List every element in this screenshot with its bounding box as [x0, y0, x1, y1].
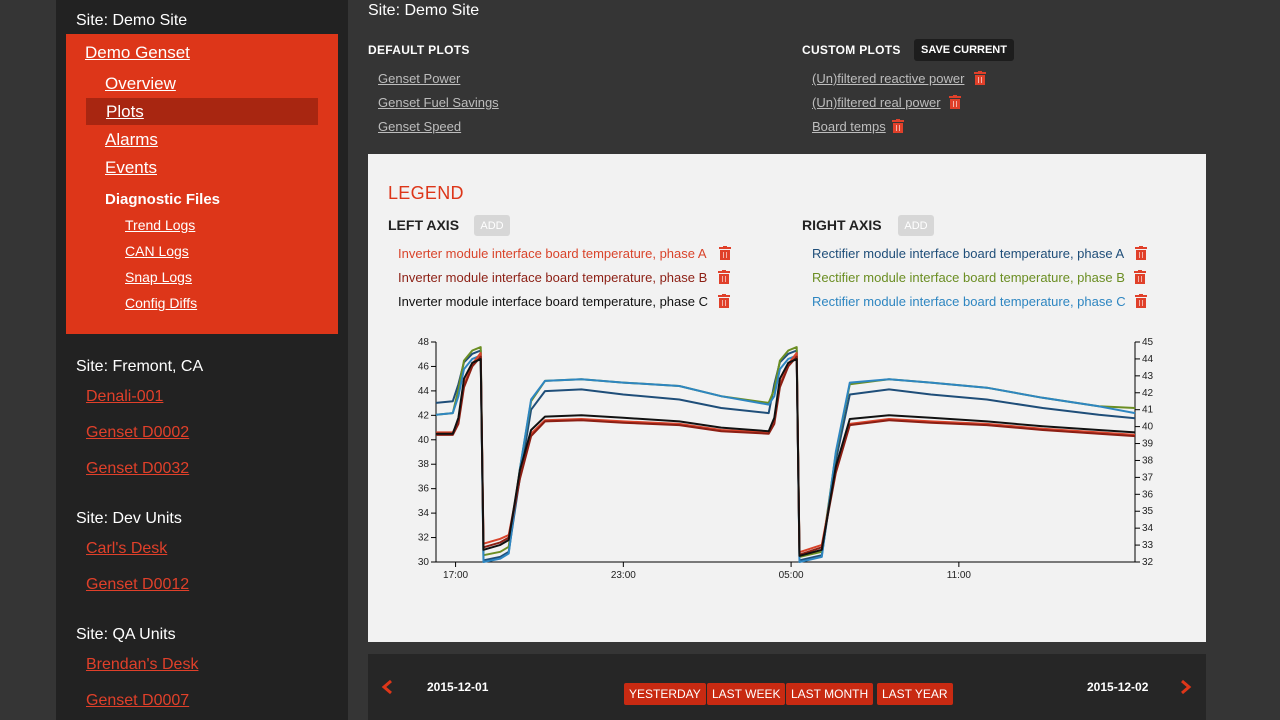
left-y-tick-label: 36	[418, 484, 430, 495]
nav-overview[interactable]: Overview	[105, 74, 176, 94]
right-y-tick-label: 38	[1142, 455, 1154, 466]
right-y-tick-label: 34	[1142, 523, 1154, 534]
default-plot-genset-fuel-savings[interactable]: Genset Fuel Savings	[378, 95, 499, 110]
site-title-dev-units: Site: Dev Units	[76, 510, 182, 527]
default-plot-genset-speed[interactable]: Genset Speed	[378, 119, 461, 134]
range-last-week-button[interactable]: LAST WEEK	[707, 683, 786, 705]
unit-link-denali-001[interactable]: Denali-001	[86, 388, 163, 406]
x-tick-label: 05:00	[779, 570, 804, 581]
sidebar: Site: Demo Site Demo Genset Overview Plo…	[56, 0, 348, 720]
custom-plot-real-power[interactable]: (Un)filtered real power	[812, 95, 941, 110]
nav-snap-logs[interactable]: Snap Logs	[125, 269, 192, 285]
default-plot-genset-power[interactable]: Genset Power	[378, 71, 460, 86]
left-y-tick-label: 38	[418, 459, 430, 470]
series-line	[435, 346, 1136, 558]
unit-link-demo-genset[interactable]: Demo Genset	[85, 43, 190, 63]
end-date: 2015-12-02	[1087, 680, 1149, 694]
trash-icon[interactable]	[892, 119, 904, 133]
unit-link-carls-desk[interactable]: Carl's Desk	[86, 540, 167, 558]
series-line	[436, 352, 1136, 554]
right-y-tick-label: 40	[1142, 422, 1154, 433]
right-y-tick-label: 44	[1142, 354, 1154, 365]
next-arrow-icon[interactable]	[1180, 679, 1192, 695]
left-y-tick-label: 44	[418, 386, 430, 397]
app-page: Site: Demo Site Demo Genset Overview Plo…	[0, 0, 1280, 720]
site-title-demo: Site: Demo Site	[76, 12, 188, 29]
page-title: Site: Demo Site	[368, 2, 480, 19]
right-y-tick-label: 37	[1142, 472, 1154, 483]
nav-can-logs[interactable]: CAN Logs	[125, 243, 189, 259]
custom-plot-reactive-power[interactable]: (Un)filtered reactive power	[812, 71, 964, 86]
custom-plots-label: CUSTOM PLOTS	[802, 43, 901, 57]
date-range-bar: 2015-12-01 YESTERDAY LAST WEEK LAST MONT…	[368, 654, 1206, 720]
active-unit-panel: Demo Genset Overview Plots Alarms Events…	[66, 34, 338, 334]
x-tick-label: 23:00	[611, 570, 636, 581]
unit-link-genset-d0002[interactable]: Genset D0002	[86, 424, 189, 442]
right-y-tick-label: 32	[1142, 557, 1154, 568]
start-date: 2015-12-01	[427, 680, 489, 694]
site-title-qa-units: Site: QA Units	[76, 626, 176, 643]
right-y-tick-label: 39	[1142, 439, 1154, 450]
trash-icon[interactable]	[949, 95, 961, 109]
left-y-tick-label: 32	[418, 533, 430, 544]
right-y-tick-label: 33	[1142, 540, 1154, 551]
trash-icon[interactable]	[974, 71, 986, 85]
plot-panel: LEGEND LEFT AXIS ADD RIGHT AXIS ADD Inve…	[368, 154, 1206, 642]
x-tick-label: 17:00	[443, 570, 468, 581]
series-line	[435, 349, 1136, 562]
nav-events[interactable]: Events	[105, 158, 157, 178]
right-y-tick-label: 42	[1142, 388, 1154, 399]
unit-link-brendans-desk[interactable]: Brendan's Desk	[86, 656, 198, 674]
right-y-tick-label: 45	[1142, 337, 1154, 348]
range-yesterday-button[interactable]: YESTERDAY	[624, 683, 706, 705]
unit-link-genset-d0007[interactable]: Genset D0007	[86, 692, 189, 710]
previous-arrow-icon[interactable]	[381, 679, 393, 695]
unit-link-genset-d0032[interactable]: Genset D0032	[86, 460, 189, 478]
nav-plots[interactable]: Plots	[86, 98, 318, 125]
custom-plot-board-temps[interactable]: Board temps	[812, 119, 886, 134]
save-current-button[interactable]: SAVE CURRENT	[914, 39, 1014, 61]
temperature-chart[interactable]: 30 32 34 36 38 40 42 44 46 48 32 33 34 35 36 37 38 39 40 41…	[368, 154, 1206, 642]
default-plots-label: DEFAULT PLOTS	[368, 43, 470, 57]
series-line	[435, 354, 1136, 563]
unit-link-genset-d0012[interactable]: Genset D0012	[86, 576, 189, 594]
x-tick-label: 11:00	[947, 570, 972, 581]
right-y-tick-label: 35	[1142, 506, 1154, 517]
right-y-tick-label: 41	[1142, 405, 1154, 416]
nav-trend-logs[interactable]: Trend Logs	[125, 217, 195, 233]
right-y-tick-label: 36	[1142, 489, 1154, 500]
diagnostic-files-heading: Diagnostic Files	[105, 191, 221, 208]
left-y-tick-label: 30	[418, 557, 430, 568]
nav-config-diffs[interactable]: Config Diffs	[125, 295, 197, 311]
nav-alarms[interactable]: Alarms	[105, 130, 158, 150]
range-last-year-button[interactable]: LAST YEAR	[877, 683, 953, 705]
site-title-fremont: Site: Fremont, CA	[76, 358, 204, 375]
left-y-tick-label: 48	[418, 337, 430, 348]
range-last-month-button[interactable]: LAST MONTH	[786, 683, 874, 705]
left-y-tick-label: 34	[418, 508, 430, 519]
left-y-tick-label: 42	[418, 410, 430, 421]
left-y-tick-label: 40	[418, 435, 430, 446]
left-y-tick-label: 46	[418, 361, 430, 372]
right-y-tick-label: 43	[1142, 371, 1154, 382]
